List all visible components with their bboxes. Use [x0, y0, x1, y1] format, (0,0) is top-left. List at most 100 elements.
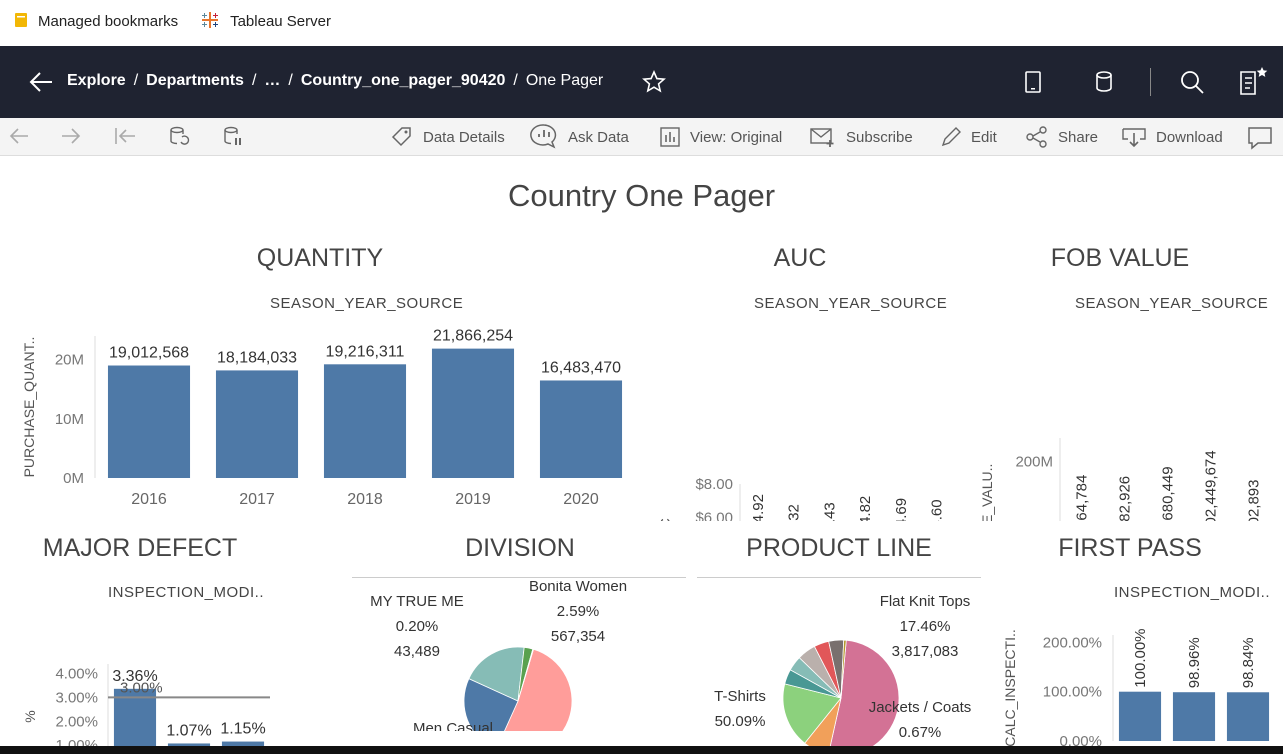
folder-icon [14, 12, 28, 32]
bar-value-label: 82,064,784 [1074, 475, 1091, 521]
breadcrumb-workbook[interactable]: Country_one_pager_90420 [301, 72, 506, 90]
sheet-title-quantity: QUANTITY [256, 244, 384, 272]
pie-label: Jackets / Coats [869, 699, 972, 716]
column-header: SEASON_YEAR_SOURCE [1075, 295, 1269, 312]
bookmarks-bar: Managed bookmarks Tableau Server [0, 0, 1283, 43]
sheet-title-major-defect: MAJOR DEFECT [42, 534, 238, 562]
bar-value-label: 80,582,926 [1117, 476, 1134, 521]
search-icon[interactable] [1178, 68, 1206, 101]
bar-value-label: $4.32 [786, 504, 803, 521]
bookmark-managed[interactable]: Managed bookmarks [14, 12, 178, 32]
bar-value-label: 102,449,674 [1203, 450, 1220, 521]
share-button[interactable]: Share [1025, 126, 1098, 148]
y-axis-label: CALC_INSPECTI.. [1002, 629, 1018, 746]
top-navigation-bar: Explore / Departments / … / Country_one_… [0, 46, 1283, 118]
comments-icon[interactable] [1247, 126, 1282, 150]
bar-value-label: 1.07% [166, 722, 211, 739]
division-pie[interactable]: MY TRUE ME 0.20% 43,489 Bonita Women 2.59% 56… [350, 581, 690, 731]
pie-label: 43,489 [394, 643, 440, 660]
tableau-logo-icon [200, 10, 220, 34]
pie-label: Bonita Women [529, 581, 627, 595]
y-tick-label: 10M [55, 411, 84, 428]
pause-updates-icon[interactable] [222, 126, 253, 148]
breadcrumb-separator: / [513, 72, 518, 89]
y-axis-label: PURCHASE_VALU.. [979, 464, 995, 521]
sheet-title-auc: AUC [773, 244, 827, 272]
edit-button[interactable]: Edit [940, 126, 997, 148]
subscribe-label: Subscribe [846, 128, 913, 146]
bar-2 [1172, 692, 1216, 741]
view-original-button[interactable]: View: Original [659, 126, 782, 148]
pie-label: 50.09% [715, 713, 766, 730]
bar-value-label: $4.82 [857, 496, 874, 521]
download-label: Download [1156, 128, 1223, 146]
product-line-pie[interactable]: Flat Knit Tops 17.46% 3,817,083 T-Shirts 50.… [690, 581, 990, 751]
revert-icon[interactable] [113, 126, 146, 146]
device-preview-icon[interactable] [1024, 70, 1042, 99]
quantity-chart[interactable]: PURCHASE_QUANT.. 0M 10M 20M 19,012,568 2016 18… [0, 311, 640, 511]
breadcrumb: Explore / Departments / … / Country_one_… [67, 72, 611, 90]
pie-label: 0.20% [396, 618, 439, 635]
pie-label: 17.46% [900, 618, 951, 635]
sheet-title-fob: FOB VALUE [1050, 244, 1190, 272]
y-tick-label: 3.00% [55, 689, 98, 706]
data-source-icon[interactable] [1094, 70, 1114, 99]
back-arrow-icon[interactable] [28, 70, 54, 99]
ask-data-icon [530, 124, 557, 149]
y-tick-label: 4.00% [55, 666, 98, 683]
dashboard-canvas: Country One Pager QUANTITY AUC FOB VALUE… [0, 156, 1283, 751]
tag-icon [391, 127, 411, 147]
fob-chart[interactable]: PURCHASE_VALU..0M100M200M82,064,78420168… [975, 311, 1275, 521]
redo-icon[interactable] [60, 126, 91, 146]
ask-data-label: Ask Data [568, 129, 629, 146]
y-tick-label: 20M [55, 352, 84, 369]
breadcrumb-explore[interactable]: Explore [67, 72, 126, 90]
bar-5 [539, 380, 623, 478]
breadcrumb-departments[interactable]: Departments [146, 72, 244, 90]
subscribe-button[interactable]: Subscribe [809, 126, 913, 148]
view-label: View: Original [690, 128, 783, 146]
bar-1 [1118, 691, 1162, 741]
undo-icon[interactable] [8, 126, 39, 146]
divider [697, 577, 981, 578]
notifications-icon[interactable] [1238, 66, 1272, 103]
sheet-title-product-line: PRODUCT LINE [746, 534, 932, 562]
bookmark-tableau[interactable]: Tableau Server [200, 10, 331, 34]
bar-value-label: 1.15% [220, 721, 265, 738]
sheet-title-first-pass: FIRST PASS [1058, 534, 1202, 562]
x-tick-label: 2017 [239, 491, 275, 508]
download-icon [1122, 128, 1146, 148]
y-tick-label: $6.00 [695, 510, 733, 522]
sheet-title-division: DIVISION [465, 534, 575, 562]
pie-label: 0.67% [899, 724, 942, 741]
divider [1150, 68, 1151, 96]
x-tick-label: 2018 [347, 491, 383, 508]
data-details-label: Data Details [423, 128, 505, 146]
column-header: SEASON_YEAR_SOURCE [754, 295, 948, 312]
first-pass-chart[interactable]: CALC_INSPECTI.. 0.00%100.00%200.00% 100.00… [993, 601, 1283, 751]
bar-value-label: 92,680,449 [1160, 466, 1177, 521]
data-details-button[interactable]: Data Details [390, 126, 505, 148]
y-tick-label: 100.00% [1043, 684, 1102, 701]
refresh-data-icon[interactable] [168, 126, 199, 148]
bar-value-label: 98.84% [1240, 637, 1257, 688]
pie-label: Flat Knit Tops [880, 593, 971, 610]
y-tick-label: 200M [1015, 453, 1053, 470]
major-defect-chart[interactable]: %1.00%2.00%3.00%4.00% 3.36%1.07% 1.15%3.00… [0, 601, 300, 751]
pie-label: T-Shirts [714, 688, 766, 705]
bar-value-label: $4.60 [929, 499, 946, 521]
auc-chart[interactable]: Calc_AUC$2.00$4.00$6.00$8.00$4.922016$4.… [650, 311, 960, 521]
bar-value-label: $4.69 [893, 498, 910, 521]
y-axis-label: PURCHASE_QUANT.. [21, 337, 37, 478]
y-tick-label: 0M [63, 470, 84, 487]
favorite-star-icon[interactable] [642, 70, 666, 99]
breadcrumb-ellipsis[interactable]: … [264, 72, 280, 90]
download-button[interactable]: Download [1121, 126, 1223, 148]
bar-value-label: $4.43 [821, 502, 838, 521]
bar-value-label: 98.96% [1186, 637, 1203, 688]
ask-data-button[interactable]: Ask Data [529, 123, 629, 149]
bar-4 [431, 348, 515, 478]
bar-value-label: 21,866,254 [433, 328, 513, 345]
breadcrumb-separator: / [251, 72, 257, 89]
column-header: INSPECTION_MODI.. [108, 584, 265, 601]
